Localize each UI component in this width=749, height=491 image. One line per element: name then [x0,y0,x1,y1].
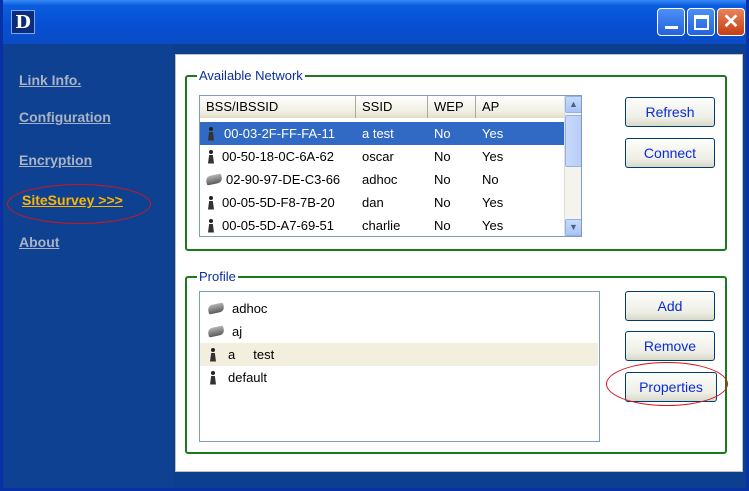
network-wep: No [434,218,451,233]
scroll-down-button[interactable]: ▼ [565,219,581,236]
network-ssid: adhoc [362,172,398,187]
scroll-up-button[interactable]: ▲ [565,96,581,113]
column-header-ap[interactable]: AP [476,96,566,118]
infrastructure-icon [206,149,216,164]
add-button[interactable]: Add [625,291,715,321]
nav-encryption[interactable]: Encryption [19,152,92,168]
refresh-button[interactable]: Refresh [625,97,715,127]
network-ssid: charlie [362,218,401,233]
close-icon: ✕ [722,11,740,33]
nav-sitesurvey[interactable]: SiteSurvey >>> [22,192,123,208]
close-button[interactable]: ✕ [717,8,745,36]
nav-link-info[interactable]: Link Info. [19,72,81,88]
scrollbar-thumb[interactable] [565,115,581,167]
maximize-button[interactable] [687,8,715,36]
network-wep: No [434,149,451,164]
network-bssid: 00-50-18-0C-6A-62 [222,149,335,164]
chevron-up-icon: ▲ [569,99,578,109]
network-ssid: dan [362,195,384,210]
profile-group: Profile adhoc aj a test default Add Remo… [185,269,728,454]
column-header-wep[interactable]: WEP [428,96,476,118]
infrastructure-icon [206,195,216,210]
adhoc-icon [207,302,225,315]
remove-button[interactable]: Remove [625,331,715,361]
available-network-title: Available Network [197,68,305,84]
minimize-button[interactable] [657,8,685,36]
network-ap: Yes [482,218,504,233]
network-list-scrollbar[interactable]: ▲ ▼ [564,96,581,236]
sidebar: Link Info. Configuration Encryption Site… [3,44,173,488]
column-header-ssid[interactable]: SSID [356,96,428,118]
network-bssid: 00-05-5D-F8-7B-20 [222,195,335,210]
profile-name: adhoc [232,301,268,316]
properties-button[interactable]: Properties [625,372,717,402]
network-ssid: oscar [362,149,394,164]
network-wep: No [434,195,451,210]
content-panel: Available Network BSS/IBSSID SSID WEP AP… [175,54,743,472]
adhoc-icon [205,173,223,186]
network-ap: Yes [482,195,504,210]
maximize-icon [694,15,709,30]
title-bar[interactable]: D ✕ [3,0,746,44]
profile-row[interactable]: a test [200,343,598,366]
available-network-group: Available Network BSS/IBSSID SSID WEP AP… [185,68,727,251]
infrastructure-icon [206,126,216,141]
network-list-header: BSS/IBSSID SSID WEP AP [200,96,566,118]
network-list[interactable]: BSS/IBSSID SSID WEP AP 00-03-2F-FF-FA-11… [199,95,582,237]
profile-row[interactable]: adhoc [200,297,598,320]
connect-button[interactable]: Connect [625,138,715,168]
profile-row[interactable]: default [200,366,598,389]
profile-row[interactable]: aj [200,320,598,343]
nav-configuration[interactable]: Configuration [19,109,111,125]
network-ap: No [482,172,499,187]
network-row[interactable]: 00-05-5D-A7-69-51 charlie No Yes [200,214,566,236]
network-row[interactable]: 00-50-18-0C-6A-62 oscar No Yes [200,145,566,168]
column-header-bssid[interactable]: BSS/IBSSID [200,96,356,118]
profile-name: a test [228,347,275,362]
profile-name: default [228,370,268,385]
profile-name: aj [232,324,243,339]
network-ap: Yes [482,149,504,164]
app-logo-icon: D [11,10,35,34]
adhoc-icon [207,325,225,338]
app-window: D ✕ Link Info. Configuration Encryption … [0,0,749,491]
network-bssid: 02-90-97-DE-C3-66 [226,172,341,187]
chevron-down-icon: ▼ [569,222,578,232]
profile-list[interactable]: adhoc aj a test default [199,291,600,442]
network-wep: No [428,122,476,145]
network-bssid: 00-03-2F-FF-FA-11 [222,122,338,145]
profile-title: Profile [197,269,238,285]
minimize-icon [665,26,678,29]
network-row[interactable]: 02-90-97-DE-C3-66 adhoc No No [200,168,566,191]
network-row[interactable]: 00-05-5D-F8-7B-20 dan No Yes [200,191,566,214]
infrastructure-icon [208,347,218,362]
network-wep: No [434,172,451,187]
network-ap: Yes [476,122,566,145]
infrastructure-icon [206,218,216,233]
network-ssid: a test [356,122,428,145]
network-row[interactable]: 00-03-2F-FF-FA-11 a test No Yes [200,122,566,145]
nav-about[interactable]: About [19,234,59,250]
infrastructure-icon [208,370,218,385]
network-bssid: 00-05-5D-A7-69-51 [222,218,335,233]
